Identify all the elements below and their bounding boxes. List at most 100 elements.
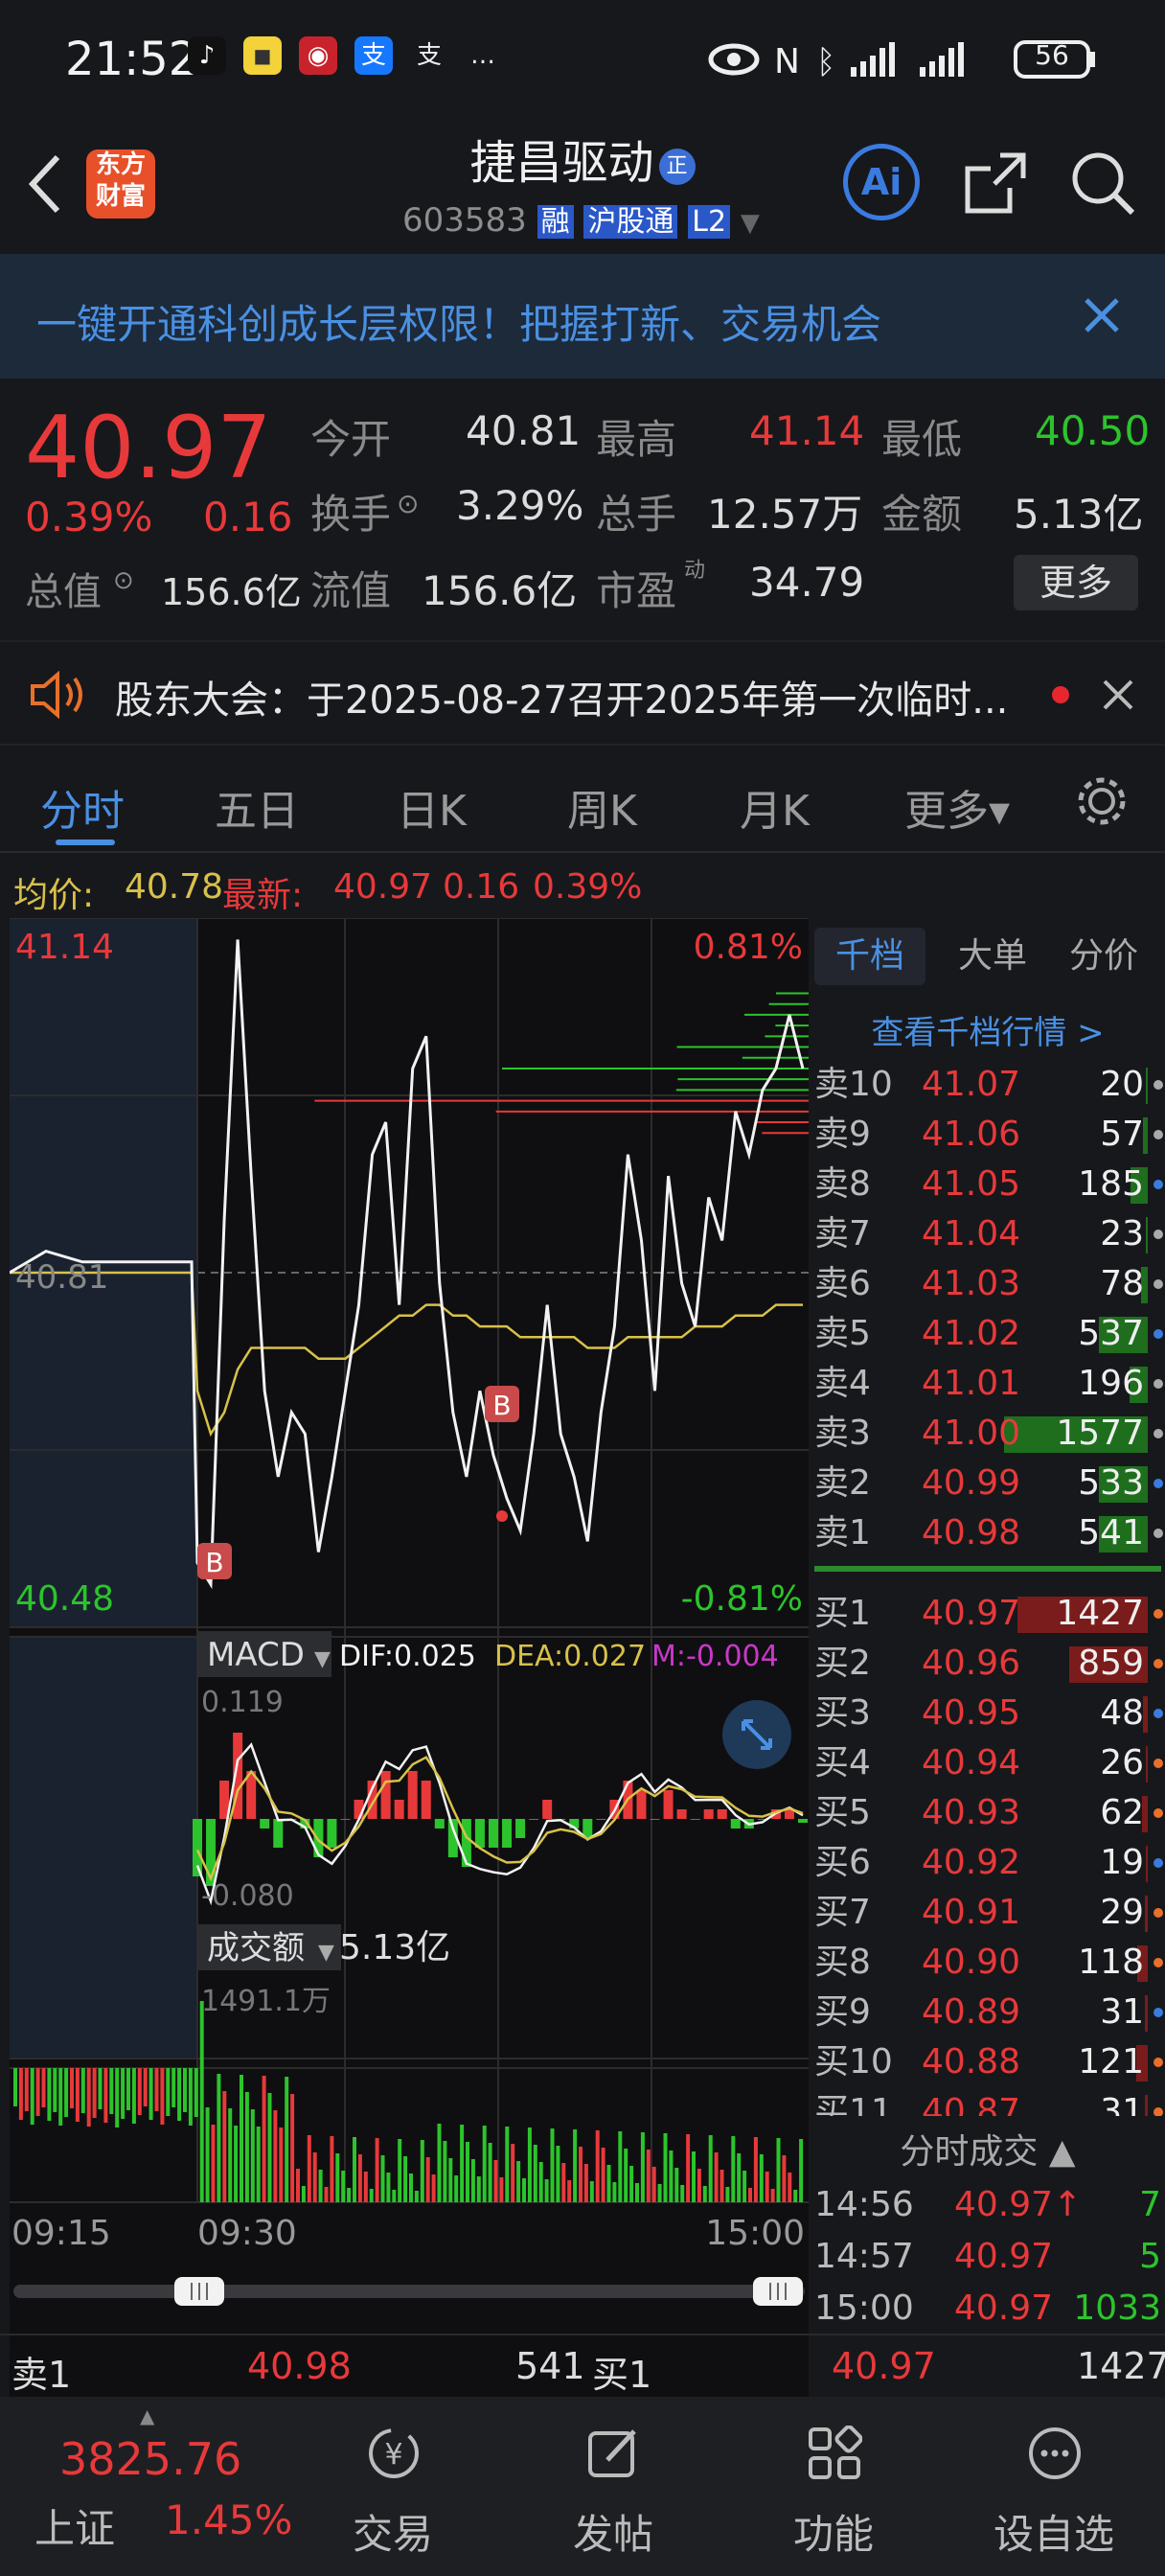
nav-add-watchlist[interactable]: 设自选: [958, 2397, 1150, 2576]
ask-level-price: 40.98: [922, 1513, 1021, 1552]
ask-level-row[interactable]: 卖8 41.05 185: [811, 1160, 1165, 1209]
ask-level-label: 卖8: [814, 1164, 871, 1204]
bid-level-row[interactable]: 买4 40.94 26: [811, 1738, 1165, 1788]
volume-bar: [353, 2137, 356, 2202]
volume-bar: [646, 2150, 651, 2202]
ask-level-row[interactable]: 卖9 41.06 57: [811, 1110, 1165, 1160]
ask-level-row[interactable]: 卖2 40.99 533: [811, 1459, 1165, 1508]
volume-bar: [240, 2075, 243, 2202]
ask-level-price: 41.02: [922, 1314, 1021, 1353]
level-dot: [1154, 1709, 1163, 1718]
ask-level-price: 41.06: [922, 1115, 1021, 1154]
trades-title-row[interactable]: 分时成交 ▲: [811, 2124, 1165, 2174]
ask-level-row[interactable]: 卖5 41.02 537: [811, 1309, 1165, 1359]
settings-gear-icon[interactable]: [1073, 772, 1131, 830]
macd-bar: [502, 1819, 513, 1848]
volume-bar: [24, 2068, 29, 2111]
mktcap-info-icon[interactable]: ⊙: [113, 566, 134, 595]
tab-monthly-k[interactable]: 月K: [740, 776, 810, 838]
bid-level-row[interactable]: 买2 40.96 859: [811, 1639, 1165, 1689]
tab-thousand-level[interactable]: 千档: [814, 928, 925, 985]
low-value: 40.50: [1035, 407, 1151, 454]
ask-level-row[interactable]: 卖10 41.07 20: [811, 1060, 1165, 1110]
x-label-0915: 09:15: [11, 2214, 111, 2253]
bid-level-row[interactable]: 买8 40.90 118: [811, 1938, 1165, 1988]
volume-bar: [386, 2173, 391, 2202]
pct-top-label: 0.81%: [694, 928, 803, 967]
ask-level-row[interactable]: 卖3 41.00 1577: [811, 1409, 1165, 1459]
volume-bar: [171, 2068, 176, 2107]
nav-functions[interactable]: 功能: [738, 2397, 929, 2576]
macd-bar: [434, 1819, 445, 1828]
tab-more[interactable]: 更多▾: [904, 776, 1010, 838]
volume-bar: [290, 2094, 295, 2202]
tab-five-day[interactable]: 五日: [215, 776, 299, 838]
bid-level-row[interactable]: 买10 40.88 121: [811, 2037, 1165, 2087]
dropdown-arrow-icon[interactable]: ▼: [741, 209, 760, 238]
range-slider-track[interactable]: [13, 2285, 805, 2298]
volume-bar: [714, 2152, 719, 2202]
buy-marker-1[interactable]: B: [197, 1543, 232, 1579]
expand-chart-icon[interactable]: [722, 1700, 791, 1769]
view-thousand-levels-link[interactable]: 查看千档行情 >: [811, 1006, 1165, 1053]
ask-level-row[interactable]: 卖1 40.98 541: [811, 1508, 1165, 1558]
ask-level-label: 卖2: [814, 1463, 871, 1503]
volume-bar: [538, 2162, 543, 2202]
bid-level-row[interactable]: 买1 40.97 1427: [811, 1589, 1165, 1639]
volume-dropdown-icon[interactable]: ▼: [318, 1941, 334, 1965]
range-slider-handle-right[interactable]: [753, 2277, 803, 2306]
tab-intraday[interactable]: 分时: [40, 776, 125, 838]
promo-banner[interactable]: 一键开通科创成长层权限！把握打新、交易机会: [0, 254, 1165, 379]
svg-text:¥: ¥: [384, 2438, 402, 2472]
tab-large-orders[interactable]: 大单: [945, 928, 1040, 985]
nav-post[interactable]: 发帖: [517, 2397, 709, 2576]
intraday-chart[interactable]: 41.14 40.81 40.48 0.81% -0.81% B B MACD …: [9, 917, 809, 2492]
volume-bar: [183, 2068, 187, 2112]
info-icon[interactable]: ⊙: [397, 488, 419, 519]
more-button[interactable]: 更多: [1014, 555, 1138, 610]
volume-bar: [256, 2127, 261, 2202]
volume-bar: [782, 2155, 787, 2202]
bid-level-row[interactable]: 买5 40.93 62: [811, 1788, 1165, 1838]
index-ticker[interactable]: ▲ 3825.76 上证 1.45%: [0, 2397, 307, 2576]
bid-level-label: 买10: [814, 2042, 893, 2082]
close-notice-icon[interactable]: [1102, 678, 1134, 711]
ask-level-row[interactable]: 卖6 41.03 78: [811, 1259, 1165, 1309]
volume-bar: [460, 2125, 465, 2202]
bid-level-row[interactable]: 买6 40.92 19: [811, 1838, 1165, 1888]
search-icon[interactable]: [1069, 150, 1136, 217]
share-icon[interactable]: [962, 150, 1029, 217]
volume-value: 12.57万: [707, 491, 863, 538]
volume-bar: [267, 2093, 272, 2202]
bid-level-row[interactable]: 买3 40.95 48: [811, 1689, 1165, 1738]
volume-bar: [375, 2138, 379, 2202]
app-logo[interactable]: 东方 财富: [86, 150, 155, 218]
tab-weekly-k[interactable]: 周K: [567, 776, 637, 838]
announcement-bar[interactable]: 股东大会：于2025-08-27召开2025年第一次临时...: [0, 640, 1165, 746]
latest-pct: 0.39%: [533, 867, 643, 907]
bid-level-row[interactable]: 买7 40.91 29: [811, 1888, 1165, 1938]
close-icon[interactable]: [1083, 296, 1121, 334]
tab-daily-k[interactable]: 日K: [397, 776, 467, 838]
volume-bar: [244, 2092, 249, 2202]
bid-level-row[interactable]: 买9 40.89 31: [811, 1988, 1165, 2037]
macd-dropdown-icon[interactable]: ▼: [314, 1647, 331, 1671]
bid-volume-bar: [1145, 1995, 1148, 2032]
ask-level-row[interactable]: 卖4 41.01 196: [811, 1359, 1165, 1409]
macd-bar: [380, 1771, 391, 1819]
volume-bar: [53, 2068, 57, 2112]
volume-bar: [262, 2076, 266, 2202]
macd-bar: [690, 1819, 700, 1820]
ask-level-price: 41.01: [922, 1364, 1021, 1403]
back-chevron-icon[interactable]: [25, 153, 63, 215]
volume-bar: [556, 2146, 560, 2202]
macd-bar: [407, 1771, 418, 1819]
volume-bar: [505, 2127, 510, 2202]
nav-trade[interactable]: ¥ 交易: [297, 2397, 489, 2576]
volume-bar: [70, 2068, 74, 2108]
tab-price-distribution[interactable]: 分价: [1056, 928, 1152, 985]
level-dot: [1154, 1479, 1163, 1488]
ask-level-row[interactable]: 卖7 41.04 23: [811, 1209, 1165, 1259]
ai-button[interactable]: Ai: [843, 144, 920, 220]
range-slider-handle-left[interactable]: [174, 2277, 224, 2306]
